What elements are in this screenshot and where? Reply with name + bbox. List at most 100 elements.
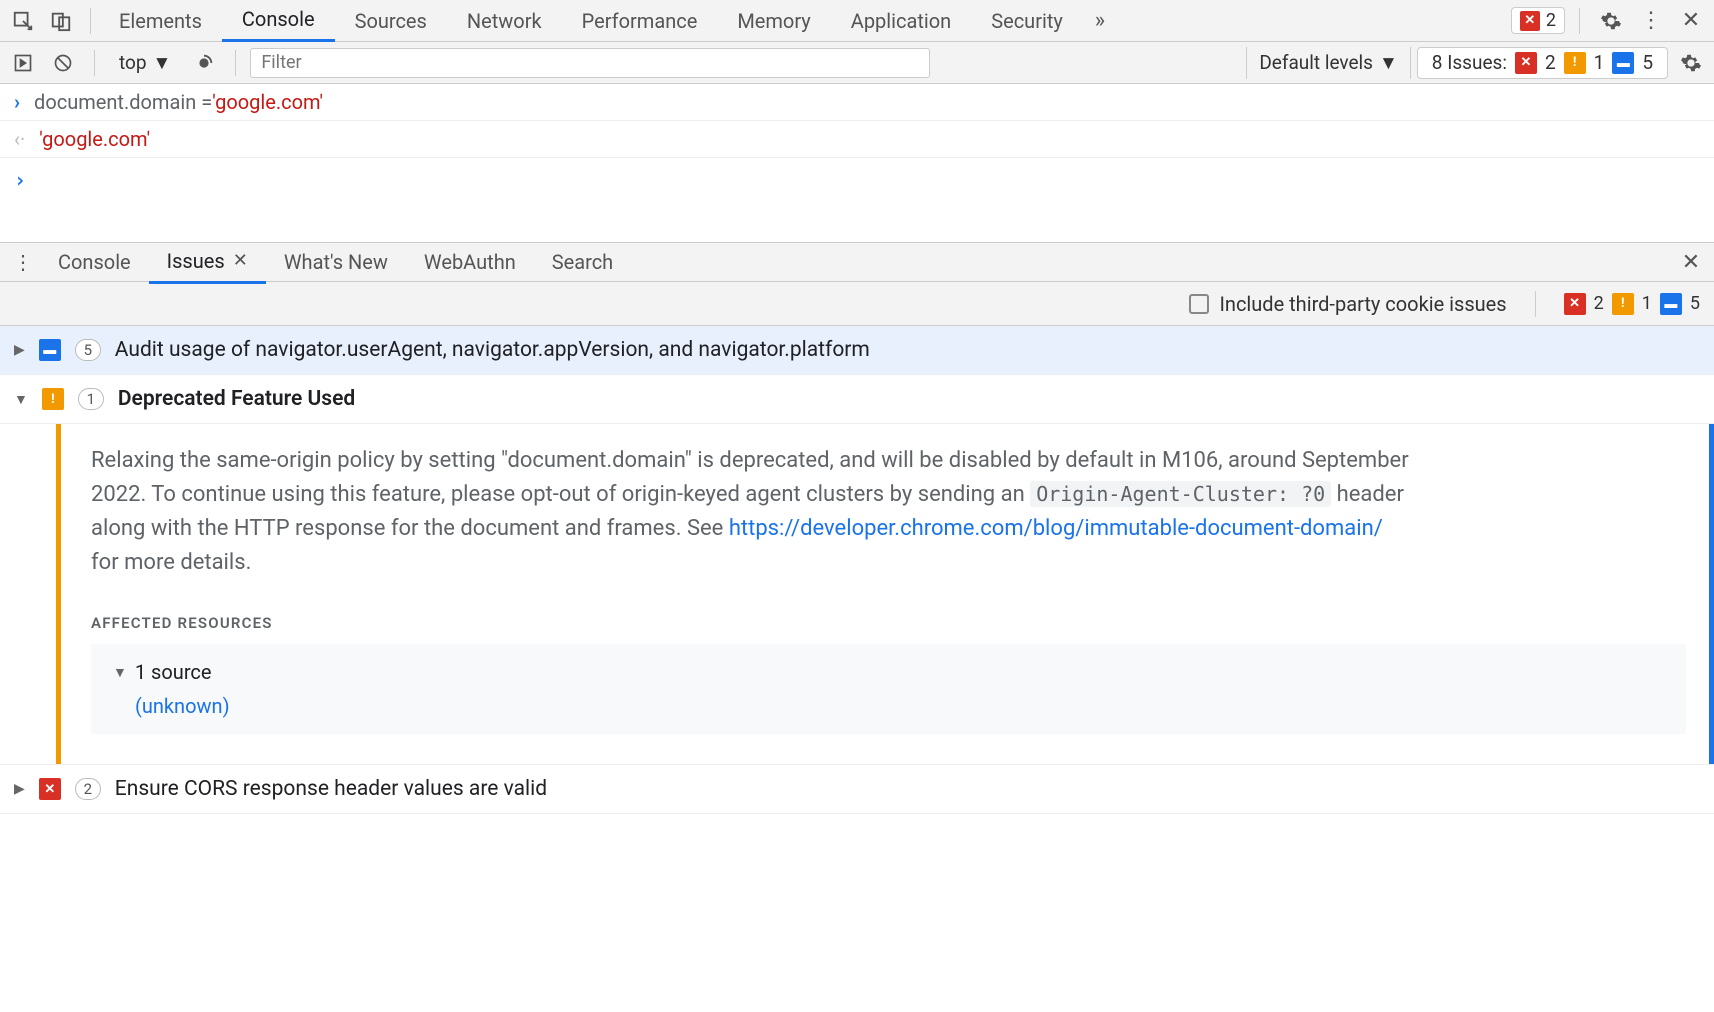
issues-warn-count: 1 <box>1594 51 1605 74</box>
divider <box>94 50 95 76</box>
info-icon: ▬ <box>39 339 61 361</box>
settings-icon[interactable] <box>1594 4 1628 38</box>
drawer-menu-icon[interactable]: ⋮ <box>6 245 40 279</box>
issues-err-count: 2 <box>1545 51 1556 74</box>
filter-input[interactable] <box>250 48 930 78</box>
error-count: 2 <box>1546 10 1556 31</box>
resource-source-row[interactable]: ▼ 1 source <box>113 660 1664 684</box>
issue-row[interactable]: ▼ ! 1 Deprecated Feature Used <box>0 375 1714 424</box>
source-link[interactable]: (unknown) <box>135 694 1664 718</box>
code-snippet: Origin-Agent-Cluster: ?0 <box>1030 481 1331 507</box>
warning-icon: ! <box>1564 52 1586 74</box>
warning-count: 1 <box>1642 293 1652 314</box>
clear-console-icon[interactable] <box>46 46 80 80</box>
tab-security[interactable]: Security <box>971 1 1083 41</box>
issue-detail-panel: Relaxing the same-origin policy by setti… <box>56 424 1714 764</box>
tab-application[interactable]: Application <box>831 1 971 41</box>
checkbox-icon[interactable] <box>1189 294 1209 314</box>
error-icon: ✕ <box>1515 52 1537 74</box>
issue-text: for more details. <box>91 550 251 575</box>
console-output-value: 'google.com' <box>39 127 150 151</box>
checkbox-label: Include third-party cookie issues <box>1219 292 1506 316</box>
tab-elements[interactable]: Elements <box>99 1 222 41</box>
execute-icon[interactable] <box>6 46 40 80</box>
divider <box>235 50 236 76</box>
console-output-line: ‹· 'google.com' <box>0 121 1714 158</box>
error-count: 2 <box>1594 293 1604 314</box>
issue-count-badge: 1 <box>78 388 104 410</box>
drawer-tab-issues-label: Issues <box>167 249 225 273</box>
console-code-string: 'google.com' <box>212 90 323 114</box>
inspect-icon[interactable] <box>6 4 40 38</box>
context-dropdown-label: top <box>119 51 147 74</box>
drawer-tab-webauthn[interactable]: WebAuthn <box>406 242 534 282</box>
issues-summary[interactable]: 8 Issues: ✕ 2 ! 1 ▬ 5 <box>1417 47 1668 79</box>
expand-arrow-icon[interactable]: ▼ <box>14 391 28 408</box>
drawer-tab-whatsnew[interactable]: What's New <box>266 242 406 282</box>
third-party-cookie-checkbox[interactable]: Include third-party cookie issues <box>1189 292 1506 316</box>
console-input-line: › document.domain = 'google.com' <box>0 84 1714 121</box>
tab-performance[interactable]: Performance <box>562 1 718 41</box>
close-devtools-icon[interactable]: ✕ <box>1674 4 1708 38</box>
issue-title: Deprecated Feature Used <box>118 387 355 411</box>
error-icon: ✕ <box>39 778 61 800</box>
console-code: document.domain = <box>34 90 212 114</box>
warning-icon: ! <box>42 388 64 410</box>
warning-icon: ! <box>1612 293 1634 315</box>
expand-arrow-icon[interactable]: ▶ <box>14 342 25 358</box>
divider <box>1535 291 1536 317</box>
kebab-menu-icon[interactable]: ⋮ <box>1634 4 1668 38</box>
issues-toolbar: Include third-party cookie issues ✕ 2 ! 1 … <box>0 282 1714 326</box>
console-prompt[interactable]: › <box>0 158 1714 202</box>
issue-title: Ensure CORS response header values are v… <box>115 777 547 801</box>
expand-arrow-icon[interactable]: ▶ <box>14 781 25 797</box>
info-icon: ▬ <box>1660 293 1682 315</box>
close-icon[interactable]: ✕ <box>233 250 248 271</box>
info-icon: ▬ <box>1612 52 1634 74</box>
main-tabs: Elements Console Sources Network Perform… <box>99 0 1511 42</box>
source-count: 1 source <box>135 660 212 684</box>
error-icon: ✕ <box>1564 293 1586 315</box>
issues-counts: ✕ 2 ! 1 ▬ 5 <box>1564 293 1700 315</box>
devtools-toolbar: Elements Console Sources Network Perform… <box>0 0 1714 42</box>
error-count-badge[interactable]: ✕ 2 <box>1511 7 1565 34</box>
affected-resources-heading: AFFECTED RESOURCES <box>91 614 1686 632</box>
drawer-tab-issues[interactable]: Issues ✕ <box>149 241 266 284</box>
issue-count-badge: 2 <box>75 778 101 800</box>
issues-info-count: 5 <box>1642 51 1653 74</box>
output-prompt-icon: ‹· <box>14 127 25 151</box>
more-tabs-icon[interactable]: » <box>1083 4 1117 38</box>
tab-memory[interactable]: Memory <box>717 1 830 41</box>
tab-sources[interactable]: Sources <box>335 1 447 41</box>
divider <box>1579 8 1580 34</box>
issue-row[interactable]: ▶ ▬ 5 Audit usage of navigator.userAgent… <box>0 326 1714 375</box>
console-filter-bar: top ▼ Default levels ▼ 8 Issues: ✕ 2 ! 1 ▬… <box>0 42 1714 84</box>
expand-arrow-icon[interactable]: ▼ <box>113 664 127 681</box>
issue-description: Relaxing the same-origin policy by setti… <box>91 444 1411 580</box>
affected-resources-box: ▼ 1 source (unknown) <box>91 644 1686 734</box>
console-output: › document.domain = 'google.com' ‹· 'goo… <box>0 84 1714 202</box>
device-toggle-icon[interactable] <box>44 4 78 38</box>
doc-link[interactable]: https://developer.chrome.com/blog/immuta… <box>729 516 1383 541</box>
log-levels-dropdown[interactable]: Default levels ▼ <box>1246 47 1410 79</box>
drawer-tab-console[interactable]: Console <box>40 242 149 282</box>
live-expression-icon[interactable] <box>187 46 221 80</box>
issue-count-badge: 5 <box>75 339 101 361</box>
chevron-down-icon: ▼ <box>153 51 172 75</box>
chevron-down-icon: ▼ <box>1379 51 1398 75</box>
context-dropdown[interactable]: top ▼ <box>109 47 181 79</box>
divider <box>90 8 91 34</box>
input-prompt-icon: › <box>14 90 20 114</box>
log-levels-label: Default levels <box>1259 51 1373 74</box>
issue-row[interactable]: ▶ ✕ 2 Ensure CORS response header values… <box>0 764 1714 814</box>
issues-label: 8 Issues: <box>1432 51 1507 74</box>
info-count: 5 <box>1690 293 1700 314</box>
drawer-tab-search[interactable]: Search <box>534 242 631 282</box>
tab-console[interactable]: Console <box>222 0 335 42</box>
close-drawer-icon[interactable]: ✕ <box>1674 245 1708 279</box>
console-settings-icon[interactable] <box>1674 46 1708 80</box>
issue-title: Audit usage of navigator.userAgent, navi… <box>115 338 870 362</box>
error-icon: ✕ <box>1520 11 1540 31</box>
drawer-tabs: ⋮ Console Issues ✕ What's New WebAuthn S… <box>0 242 1714 282</box>
tab-network[interactable]: Network <box>447 1 562 41</box>
